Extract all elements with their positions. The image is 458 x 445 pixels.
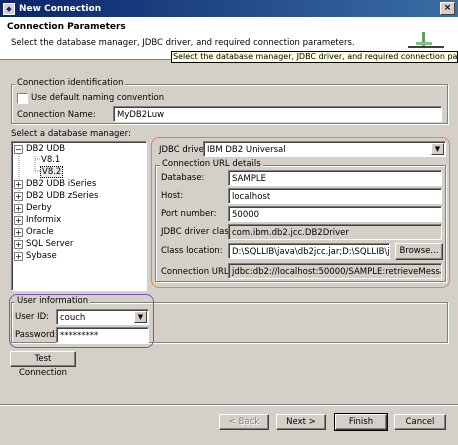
collapse-icon[interactable]: − (14, 145, 23, 154)
connection-identification-label: Connection identification (15, 78, 126, 88)
tree-item-label: DB2 UDB zSeries (26, 191, 99, 201)
use-default-naming-checkbox[interactable] (17, 93, 28, 104)
db-manager-tree[interactable]: − DB2 UDB V8.1 V8.2 + DB2 UDB iSeries + … (11, 141, 147, 291)
window-title: New Connection (19, 3, 102, 14)
expand-icon[interactable]: + (14, 192, 23, 201)
tree-item-label: Derby (26, 203, 52, 213)
tree-item-label: V8.1 (41, 155, 61, 165)
test-connection-button[interactable]: Test Connection (10, 351, 76, 378)
connection-name-input[interactable]: MyDB2Luw (113, 106, 442, 122)
use-default-naming-label: Use default naming convention (31, 93, 165, 103)
expand-icon[interactable]: + (14, 204, 23, 213)
tree-item-v81[interactable]: V8.1 (41, 155, 60, 165)
tree-item-label: V8.2 (42, 167, 62, 177)
bottom-separator (0, 404, 458, 406)
tree-item-label: Oracle (26, 227, 54, 237)
user-info-highlight-frame (9, 294, 154, 348)
back-button[interactable]: < Back (219, 414, 269, 430)
expand-icon[interactable]: + (14, 180, 23, 189)
page-description: Select the database manager, JDBC driver… (11, 38, 355, 48)
close-button[interactable]: × (440, 2, 455, 15)
expand-icon[interactable]: + (14, 216, 23, 225)
tooltip: Select the database manager, JDBC driver… (171, 51, 458, 63)
db-manager-label: Select a database manager: (11, 129, 131, 139)
tree-item-label: DB2 UDB iSeries (26, 179, 97, 189)
tree-item-label: Informix (26, 215, 62, 225)
tree-item-v82[interactable]: V8.2 (40, 166, 64, 178)
app-icon: ◆ (3, 2, 15, 15)
tree-item-label: DB2 UDB (26, 144, 66, 154)
cancel-button[interactable]: Cancel (394, 414, 446, 430)
tree-item-label: SQL Server (26, 239, 74, 249)
expand-icon[interactable]: + (14, 240, 23, 249)
finish-button[interactable]: Finish (334, 413, 388, 431)
connection-name-label: Connection Name: (17, 110, 96, 120)
title-bar: ◆ New Connection (0, 0, 458, 17)
jdbc-highlight-frame (151, 137, 450, 288)
next-button[interactable]: Next > (276, 414, 326, 430)
expand-icon[interactable]: + (14, 252, 23, 261)
page-title: Connection Parameters (7, 22, 126, 32)
database-wizard-icon (408, 32, 444, 48)
tree-item-label: Sybase (26, 251, 57, 261)
expand-icon[interactable]: + (14, 228, 23, 237)
